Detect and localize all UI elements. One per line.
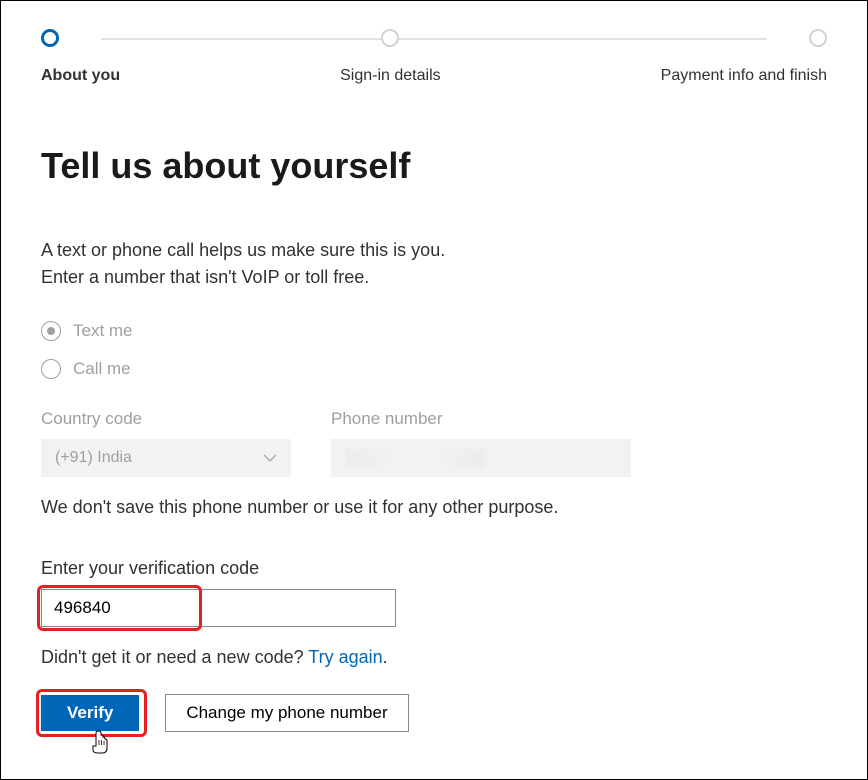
contact-method-radio-group: Text me Call me (41, 321, 827, 379)
step-label: Payment info and finish (661, 67, 827, 85)
resend-text: Didn't get it or need a new code? (41, 647, 308, 667)
radio-label: Text me (73, 321, 133, 341)
radio-text-me[interactable]: Text me (41, 321, 827, 341)
resend-suffix: . (383, 647, 388, 667)
phone-number-field: Phone number (331, 409, 631, 477)
cursor-pointer-icon (90, 730, 110, 754)
page-heading: Tell us about yourself (41, 145, 827, 187)
radio-circle-icon (41, 359, 61, 379)
step-circle-active (41, 29, 59, 47)
instructions-line-1: A text or phone call helps us make sure … (41, 237, 827, 264)
phone-fields-row: Country code (+91) India Phone number (41, 409, 827, 477)
progress-stepper: About you Sign-in details Payment info a… (41, 29, 827, 85)
verify-button[interactable]: Verify (41, 695, 139, 731)
country-code-field: Country code (+91) India (41, 409, 291, 477)
radio-circle-icon (41, 321, 61, 341)
phone-number-input[interactable] (331, 439, 631, 477)
country-code-value: (+91) India (55, 449, 132, 467)
change-phone-button[interactable]: Change my phone number (165, 694, 408, 732)
country-code-label: Country code (41, 409, 291, 429)
step-label: Sign-in details (340, 67, 441, 85)
verification-input-wrap (41, 589, 396, 627)
radio-label: Call me (73, 359, 131, 379)
country-code-select[interactable]: (+91) India (41, 439, 291, 477)
chevron-down-icon (263, 451, 277, 465)
phone-redacted (345, 449, 485, 467)
radio-call-me[interactable]: Call me (41, 359, 827, 379)
resend-prompt: Didn't get it or need a new code? Try ag… (41, 647, 827, 668)
step-circle (809, 29, 827, 47)
instructions-line-2: Enter a number that isn't VoIP or toll f… (41, 264, 827, 291)
step-about-you: About you (41, 29, 120, 85)
try-again-link[interactable]: Try again (308, 647, 382, 667)
step-sign-in: Sign-in details (120, 29, 661, 85)
verification-code-label: Enter your verification code (41, 558, 827, 579)
step-payment: Payment info and finish (661, 29, 827, 85)
step-circle (381, 29, 399, 47)
privacy-note: We don't save this phone number or use i… (41, 497, 827, 518)
phone-number-label: Phone number (331, 409, 631, 429)
verification-code-input[interactable] (41, 589, 396, 627)
button-row: Verify Change my phone number (41, 694, 827, 732)
step-label: About you (41, 67, 120, 85)
instructions: A text or phone call helps us make sure … (41, 237, 827, 291)
